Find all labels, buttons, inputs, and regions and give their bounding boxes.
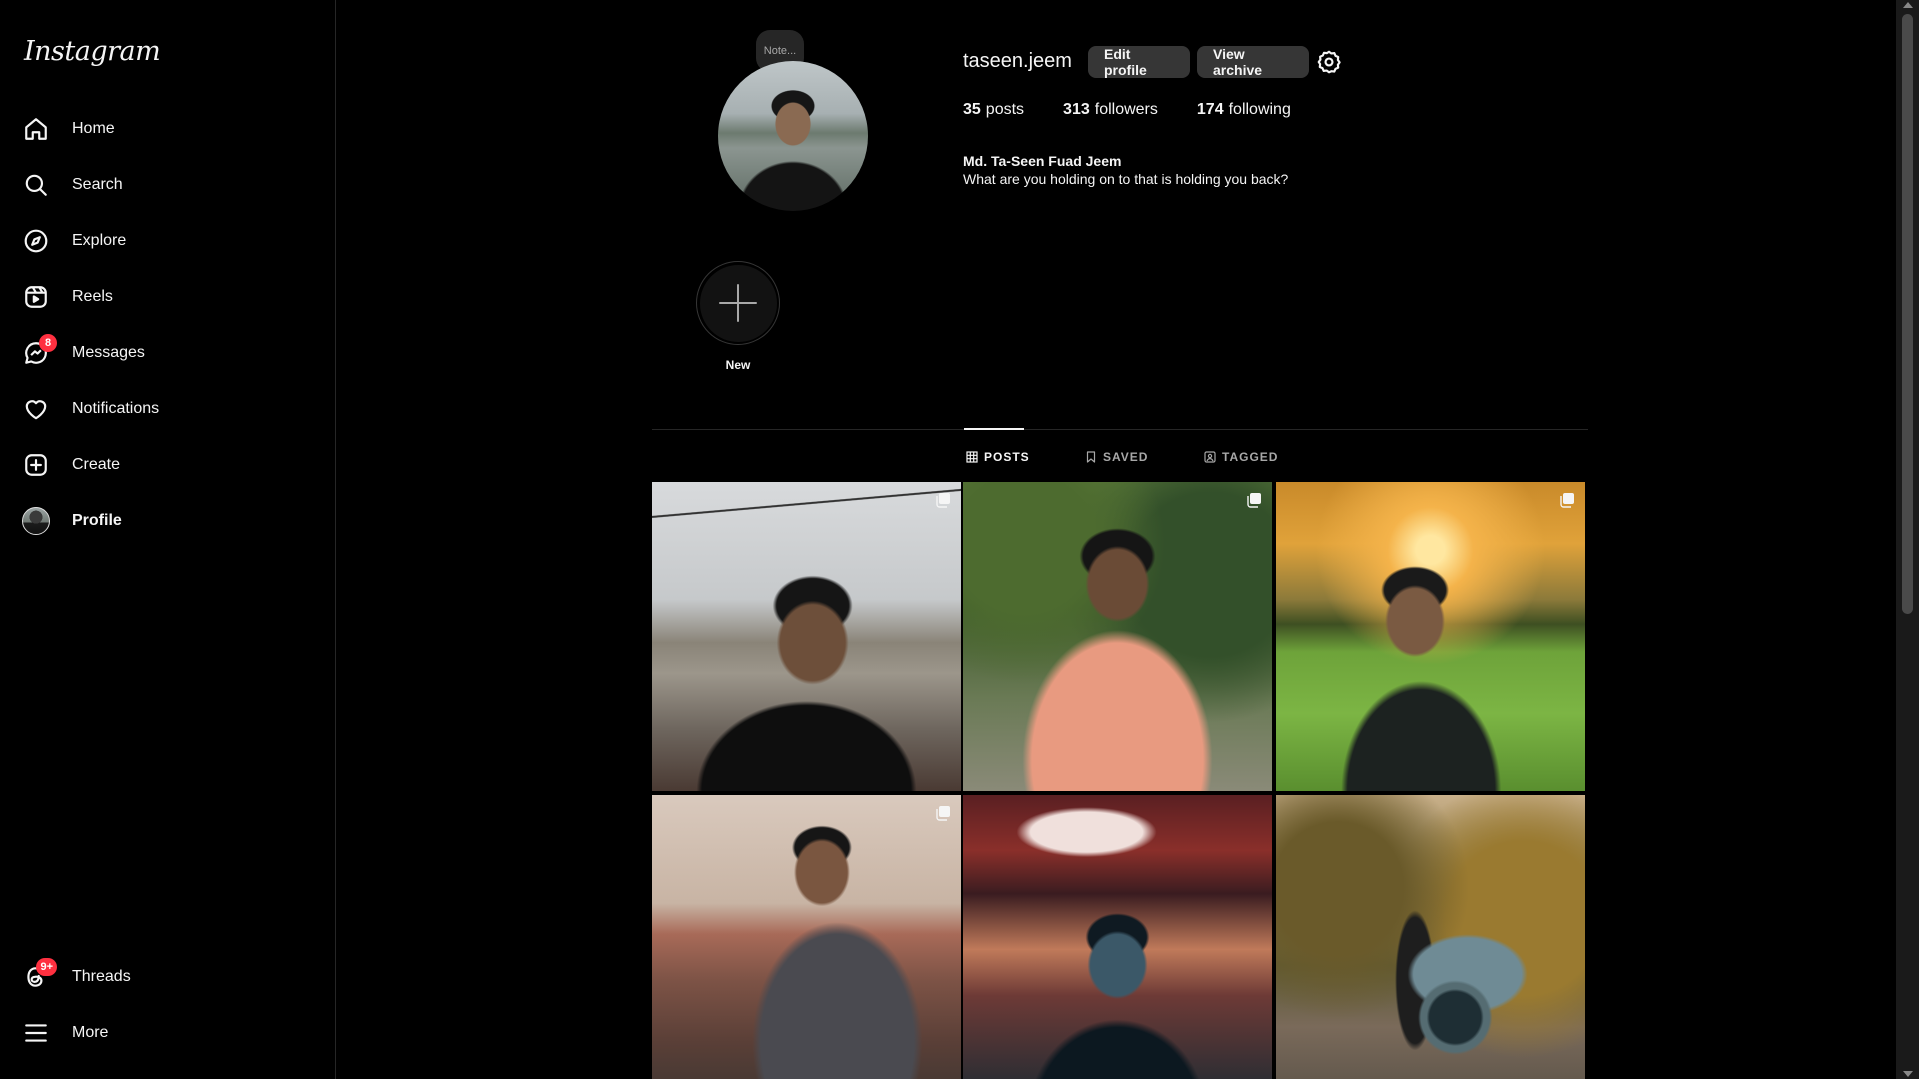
sidebar-item-label: Reels bbox=[72, 288, 113, 305]
sidebar-item-reels[interactable]: Reels bbox=[20, 273, 113, 321]
carousel-icon bbox=[936, 806, 950, 821]
threads-badge: 9+ bbox=[36, 958, 57, 976]
view-archive-button[interactable]: View archive bbox=[1197, 46, 1309, 78]
sidebar-item-label: More bbox=[72, 1024, 109, 1041]
threads-icon: 9+ bbox=[20, 958, 57, 993]
new-highlight-circle bbox=[699, 264, 777, 342]
new-highlight-button[interactable] bbox=[696, 261, 780, 345]
scrollbar-thumb[interactable] bbox=[1902, 14, 1913, 614]
tab-saved[interactable]: SAVED bbox=[1085, 447, 1148, 467]
sidebar-item-home[interactable]: Home bbox=[20, 105, 115, 153]
page-scrollbar[interactable] bbox=[1896, 0, 1919, 1079]
bookmark-icon bbox=[1086, 451, 1096, 463]
followers-label: followers bbox=[1094, 101, 1158, 118]
heart-icon bbox=[20, 393, 52, 425]
post-thumbnail[interactable] bbox=[1276, 482, 1585, 791]
tab-label: TAGGED bbox=[1222, 450, 1279, 464]
post-thumbnail[interactable] bbox=[963, 795, 1272, 1079]
posts-label: posts bbox=[985, 101, 1025, 118]
new-highlight-label: New bbox=[725, 358, 751, 372]
carousel-icon bbox=[1560, 493, 1574, 508]
sidebar-item-label: Profile bbox=[72, 512, 122, 529]
menu-icon bbox=[20, 1017, 52, 1049]
sidebar-item-label: Explore bbox=[72, 232, 127, 249]
sidebar-item-label: Home bbox=[72, 120, 115, 137]
compass-icon bbox=[20, 225, 52, 257]
sidebar-item-search[interactable]: Search bbox=[20, 161, 123, 209]
post-thumbnail[interactable] bbox=[652, 482, 961, 791]
active-tab-indicator bbox=[964, 428, 1024, 430]
following-count: 174 bbox=[1196, 101, 1224, 118]
sidebar-item-messages[interactable]: 8 Messages bbox=[20, 329, 145, 377]
sidebar-item-label: Search bbox=[72, 176, 123, 193]
profile-icon-wrapper bbox=[20, 505, 52, 537]
tab-posts[interactable]: POSTS bbox=[966, 447, 1030, 467]
carousel-icon bbox=[1247, 493, 1261, 508]
tab-label: POSTS bbox=[984, 450, 1030, 464]
home-icon bbox=[20, 113, 52, 145]
sidebar: Instagram Home Search Explore Reels 8 Me… bbox=[0, 0, 336, 1079]
following-stat[interactable]: 174 following bbox=[1197, 101, 1291, 119]
tab-tagged[interactable]: TAGGED bbox=[1204, 447, 1278, 467]
grid-icon bbox=[966, 451, 978, 463]
scroll-up-arrow[interactable] bbox=[1903, 2, 1913, 8]
posts-count: 35 bbox=[963, 101, 981, 118]
post-thumbnail[interactable] bbox=[1276, 795, 1585, 1079]
profile-full-name: Md. Ta-Seen Fuad Jeem bbox=[963, 153, 1122, 169]
posts-stat: 35 posts bbox=[963, 101, 1024, 119]
scroll-down-arrow[interactable] bbox=[1903, 1071, 1913, 1077]
avatar bbox=[22, 507, 50, 535]
sidebar-item-label: Messages bbox=[72, 344, 145, 361]
sidebar-item-threads[interactable]: 9+ Threads bbox=[20, 953, 131, 1001]
sidebar-item-explore[interactable]: Explore bbox=[20, 217, 126, 265]
sidebar-item-create[interactable]: Create bbox=[20, 441, 120, 489]
instagram-logo[interactable]: Instagram bbox=[24, 36, 161, 67]
carousel-icon bbox=[936, 493, 950, 508]
sidebar-item-profile[interactable]: Profile bbox=[20, 497, 122, 545]
instagram-app: Instagram Home Search Explore Reels 8 Me… bbox=[0, 0, 1919, 1079]
followers-stat[interactable]: 313 followers bbox=[1063, 101, 1158, 119]
search-icon bbox=[20, 169, 52, 201]
profile-picture[interactable] bbox=[718, 61, 868, 211]
profile-bio: What are you holding on to that is holdi… bbox=[963, 171, 1289, 187]
sidebar-item-more[interactable]: More bbox=[20, 1009, 108, 1057]
messages-badge: 8 bbox=[39, 334, 57, 352]
tag-icon bbox=[1204, 451, 1216, 463]
gear-icon[interactable] bbox=[1316, 49, 1342, 75]
post-thumbnail[interactable] bbox=[963, 482, 1272, 791]
sidebar-item-label: Create bbox=[72, 456, 121, 473]
sidebar-item-label: Threads bbox=[72, 968, 131, 985]
profile-username: taseen.jeem bbox=[963, 50, 1072, 72]
sidebar-item-label: Notifications bbox=[72, 400, 160, 417]
followers-count: 313 bbox=[1063, 101, 1090, 118]
edit-profile-button[interactable]: Edit profile bbox=[1088, 46, 1190, 78]
tab-label: SAVED bbox=[1103, 450, 1149, 464]
tabs-divider bbox=[652, 429, 1588, 430]
reels-icon bbox=[20, 281, 52, 313]
following-label: following bbox=[1228, 101, 1291, 118]
plus-icon bbox=[719, 284, 757, 322]
sidebar-item-notifications[interactable]: Notifications bbox=[20, 385, 159, 433]
messenger-icon: 8 bbox=[20, 334, 57, 369]
profile-stats: 35 posts 313 followers 174 following bbox=[963, 101, 1330, 119]
plus-square-icon bbox=[20, 449, 52, 481]
post-thumbnail[interactable] bbox=[652, 795, 961, 1079]
